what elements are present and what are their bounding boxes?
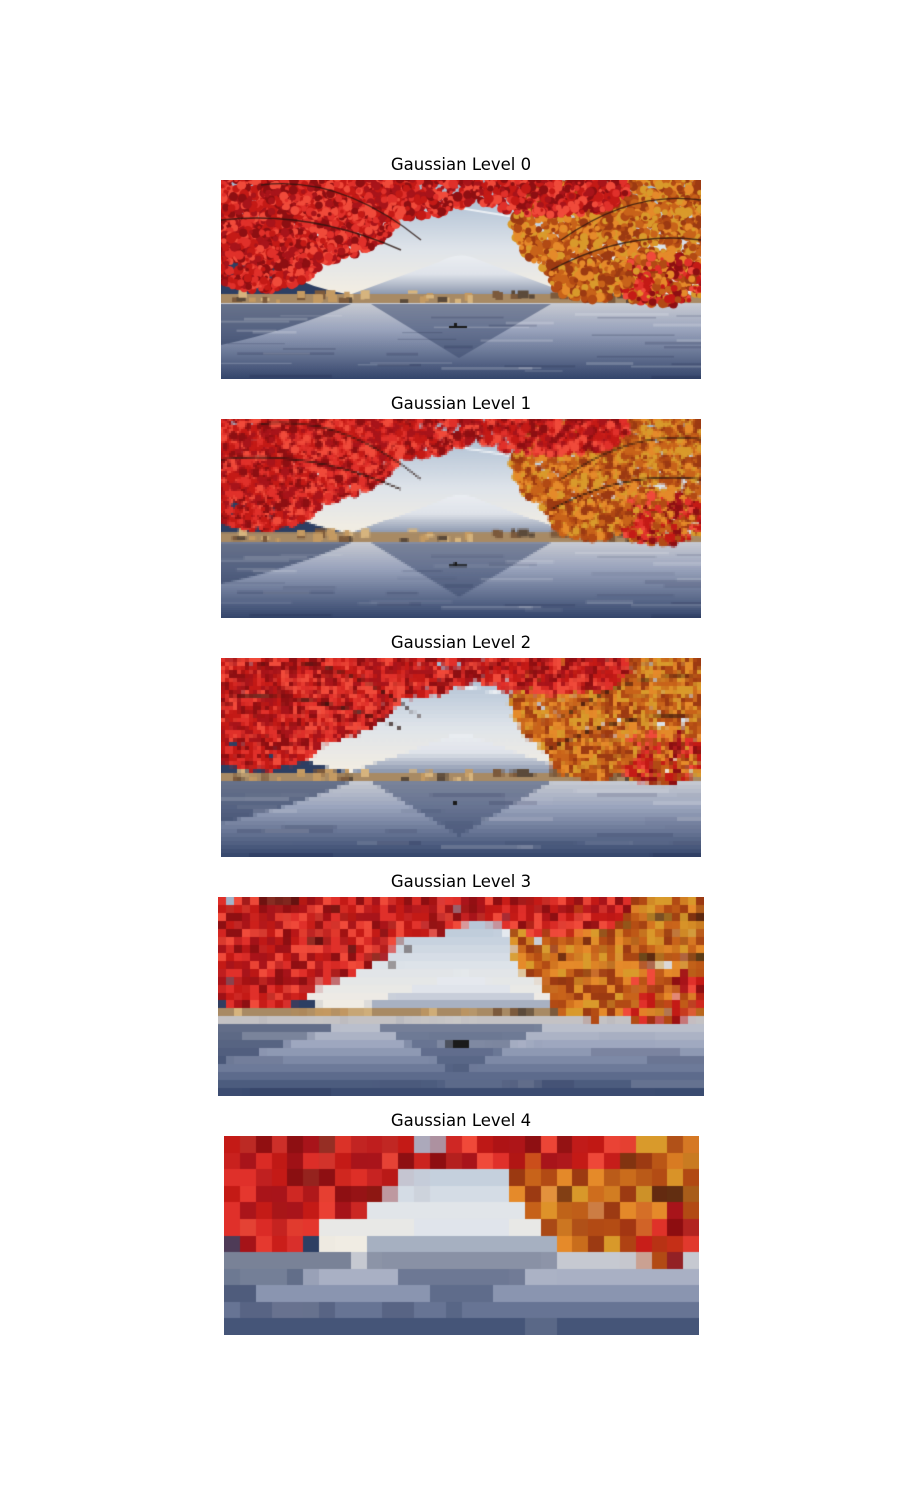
landscape-image-level-2 — [221, 658, 701, 857]
panel-title-level-2: Gaussian Level 2 — [390, 633, 532, 652]
landscape-image-level-4 — [224, 1136, 699, 1335]
panel-title-level-4: Gaussian Level 4 — [390, 1111, 532, 1130]
panel-title-level-0: Gaussian Level 0 — [390, 155, 532, 174]
landscape-image-level-3 — [218, 897, 704, 1096]
landscape-image-level-1 — [221, 419, 701, 618]
panel-title-level-3: Gaussian Level 3 — [390, 872, 532, 891]
panel-title-level-1: Gaussian Level 1 — [390, 394, 532, 413]
landscape-image-level-0 — [221, 180, 701, 379]
